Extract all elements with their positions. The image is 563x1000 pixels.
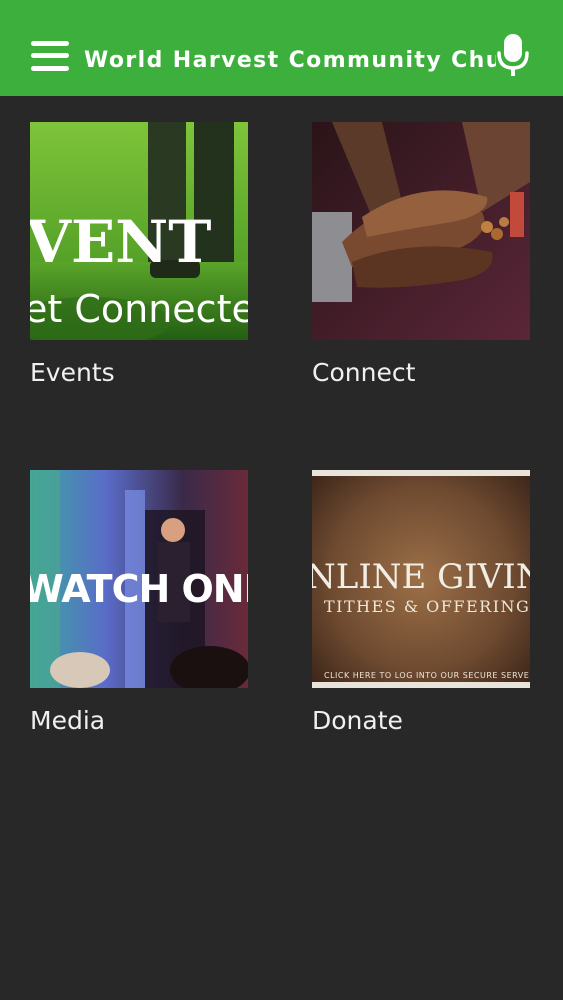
microphone-icon[interactable] [496,32,530,78]
media-label: Media [30,706,106,735]
donate-image: NLINE GIVIN TITHES & OFFERINGS CLICK HER… [312,470,530,688]
donate-image-text-main: NLINE GIVIN [312,557,530,597]
media-image-text: WATCH ONLIN [30,567,248,611]
donate-image-text-sub: TITHES & OFFERINGS [324,597,530,616]
donate-label: Donate [312,706,403,735]
connect-image [312,122,530,340]
menu-bar-middle [31,53,69,58]
connect-label: Connect [312,358,416,387]
donate-image-text-small: CLICK HERE TO LOG INTO OUR SECURE SERVER [324,671,530,680]
app-title: World Harvest Community Church [84,48,496,73]
events-image-text-main: VENT [30,208,211,276]
app-bar: World Harvest Community Church [0,0,563,96]
events-label: Events [30,358,115,387]
media-image: WATCH ONLIN [30,470,248,688]
events-image-text-sub: et Connecte [30,287,248,331]
events-image: VENT et Connecte [30,122,248,340]
hamburger-menu-icon[interactable] [31,40,69,74]
menu-bar-top [31,41,69,46]
menu-bar-bottom [31,66,69,71]
